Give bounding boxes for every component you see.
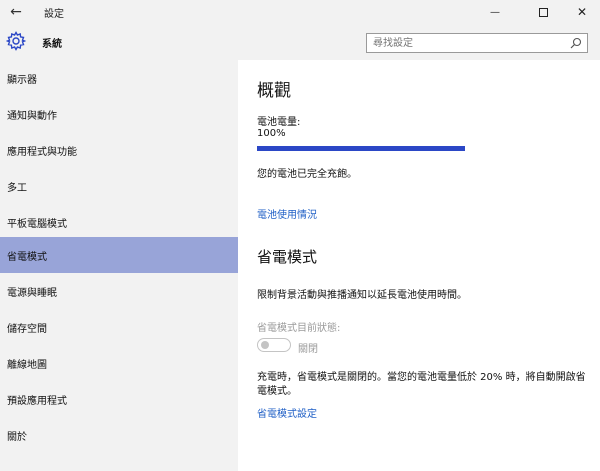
close-icon: ✕ xyxy=(576,5,588,19)
battery-percent: 100% xyxy=(257,128,286,139)
window-title: 設定 xyxy=(44,9,64,20)
battery-label: 電池電量: xyxy=(257,117,301,128)
search-input[interactable] xyxy=(367,35,563,51)
sidebar-item-label: 電源與睡眠 xyxy=(7,287,57,299)
battery-saver-settings-link[interactable]: 省電模式設定 xyxy=(257,405,317,420)
battery-saver-title: 省電模式 xyxy=(257,248,318,266)
battery-saver-toggle[interactable] xyxy=(257,338,291,352)
toggle-knob xyxy=(261,341,269,349)
sidebar-item-tablet-mode[interactable]: 平板電腦模式 xyxy=(0,204,238,240)
sidebar-item-label: 平板電腦模式 xyxy=(7,218,67,230)
sidebar-item-label: 應用程式與功能 xyxy=(7,146,77,158)
search-box[interactable] xyxy=(366,33,588,53)
maximize-button[interactable] xyxy=(522,0,564,24)
title-bar: ← 設定 — ✕ xyxy=(0,0,600,24)
sidebar-item-battery-saver[interactable]: 省電模式 xyxy=(0,237,238,273)
sidebar-item-display[interactable]: 顯示器 xyxy=(0,60,238,96)
sidebar-item-multitasking[interactable]: 多工 xyxy=(0,168,238,204)
minimize-button[interactable]: — xyxy=(474,0,516,24)
sidebar-item-label: 儲存空間 xyxy=(7,323,47,335)
settings-header: 系統 xyxy=(0,24,600,60)
battery-saver-description: 限制背景活動與推播通知以延長電池使用時間。 xyxy=(257,290,467,301)
main-content: 概觀 電池電量: 100% 您的電池已完全充飽。 電池使用情況 省電模式 限制背… xyxy=(238,60,600,471)
charging-note: 充電時，省電模式是關閉的。當您的電池電量低於 20% 時，將自動開啟省電模式。 xyxy=(257,372,586,397)
maximize-icon xyxy=(538,7,548,17)
battery-progress-fill xyxy=(257,146,465,151)
battery-progress-bar xyxy=(257,146,465,151)
sidebar-item-power-sleep[interactable]: 電源與睡眠 xyxy=(0,273,238,309)
section-title: 系統 xyxy=(42,39,62,50)
sidebar-item-offline-maps[interactable]: 離線地圖 xyxy=(0,345,238,381)
sidebar-item-label: 省電模式 xyxy=(7,251,47,263)
sidebar-item-label: 離線地圖 xyxy=(7,359,47,371)
sidebar-item-apps[interactable]: 應用程式與功能 xyxy=(0,132,238,168)
sidebar-item-storage[interactable]: 儲存空間 xyxy=(0,309,238,345)
sidebar-item-label: 多工 xyxy=(7,182,27,194)
close-button[interactable]: ✕ xyxy=(561,0,600,24)
minimize-icon: — xyxy=(490,6,500,18)
toggle-state-label: 關閉 xyxy=(298,344,318,355)
sidebar: 顯示器 通知與動作 應用程式與功能 多工 平板電腦模式 省電模式 電源與睡眠 儲… xyxy=(0,60,238,471)
gear-icon xyxy=(6,31,26,51)
overview-title: 概觀 xyxy=(257,81,291,101)
search-icon[interactable] xyxy=(570,37,582,49)
back-button[interactable]: ← xyxy=(0,0,32,24)
battery-usage-link[interactable]: 電池使用情況 xyxy=(257,206,317,221)
battery-status: 您的電池已完全充飽。 xyxy=(257,169,357,180)
sidebar-item-label: 關於 xyxy=(7,431,27,443)
sidebar-item-default-apps[interactable]: 預設應用程式 xyxy=(0,381,238,417)
back-arrow-icon: ← xyxy=(10,4,22,20)
sidebar-item-about[interactable]: 關於 xyxy=(0,417,238,453)
sidebar-item-label: 顯示器 xyxy=(7,74,37,86)
sidebar-item-label: 通知與動作 xyxy=(7,110,57,122)
sidebar-item-label: 預設應用程式 xyxy=(7,395,67,407)
battery-saver-status-label: 省電模式目前狀態: xyxy=(257,323,341,334)
sidebar-item-notifications[interactable]: 通知與動作 xyxy=(0,96,238,132)
